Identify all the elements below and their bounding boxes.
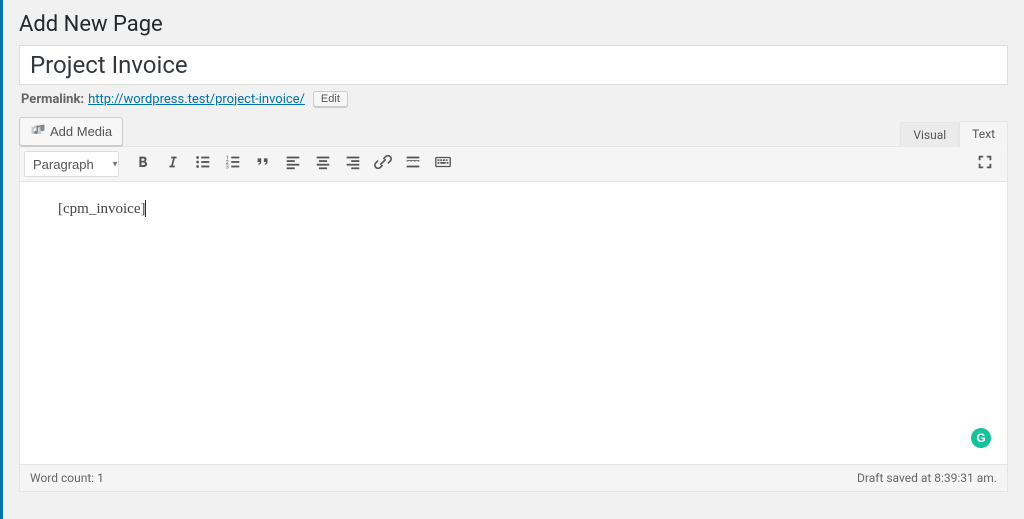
bullet-list-button[interactable] — [189, 151, 217, 177]
align-center-icon — [314, 153, 332, 175]
permalink-label: Permalink: — [21, 92, 84, 107]
post-title-input[interactable] — [19, 45, 1008, 85]
read-more-icon — [404, 153, 422, 175]
list-ol-icon: 123 — [224, 153, 242, 175]
bold-button[interactable] — [129, 151, 157, 177]
editor-content[interactable]: [cpm_invoice] — [20, 182, 1007, 464]
editor-statusbar: Word count: 1 Draft saved at 8:39:31 am. — [20, 464, 1007, 491]
svg-text:3: 3 — [226, 164, 229, 170]
numbered-list-button[interactable]: 123 — [219, 151, 247, 177]
editor-container: Paragraph 123 — [19, 146, 1008, 492]
permalink-url[interactable]: http://wordpress.test/project-invoice/ — [88, 92, 305, 107]
page-title: Add New Page — [19, 8, 1008, 45]
save-status: Draft saved at 8:39:31 am. — [857, 471, 997, 485]
camera-music-icon — [30, 122, 46, 141]
bold-icon — [134, 153, 152, 175]
align-left-button[interactable] — [279, 151, 307, 177]
align-right-button[interactable] — [339, 151, 367, 177]
add-media-button[interactable]: Add Media — [19, 117, 123, 146]
add-media-label: Add Media — [50, 124, 112, 139]
permalink-edit-button[interactable]: Edit — [313, 91, 348, 107]
italic-icon — [164, 153, 182, 175]
format-select[interactable]: Paragraph — [24, 151, 119, 177]
align-center-button[interactable] — [309, 151, 337, 177]
editor-mode-tabs: Visual Text — [900, 121, 1008, 147]
editor-toolbar: Paragraph 123 — [20, 147, 1007, 182]
list-ul-icon — [194, 153, 212, 175]
fullscreen-icon — [976, 153, 994, 175]
content-text: [cpm_invoice] — [58, 201, 145, 217]
align-left-icon — [284, 153, 302, 175]
link-button[interactable] — [369, 151, 397, 177]
tab-visual[interactable]: Visual — [900, 122, 959, 147]
fullscreen-button[interactable] — [971, 151, 999, 177]
word-count: Word count: 1 — [30, 471, 104, 485]
toolbar-toggle-button[interactable] — [429, 151, 457, 177]
grammarly-icon[interactable] — [971, 428, 991, 448]
italic-button[interactable] — [159, 151, 187, 177]
align-right-icon — [344, 153, 362, 175]
tab-text[interactable]: Text — [959, 121, 1008, 147]
read-more-button[interactable] — [399, 151, 427, 177]
link-icon — [374, 153, 392, 175]
keyboard-icon — [434, 153, 452, 175]
quote-icon — [254, 153, 272, 175]
blockquote-button[interactable] — [249, 151, 277, 177]
permalink-row: Permalink: http://wordpress.test/project… — [21, 91, 1006, 107]
